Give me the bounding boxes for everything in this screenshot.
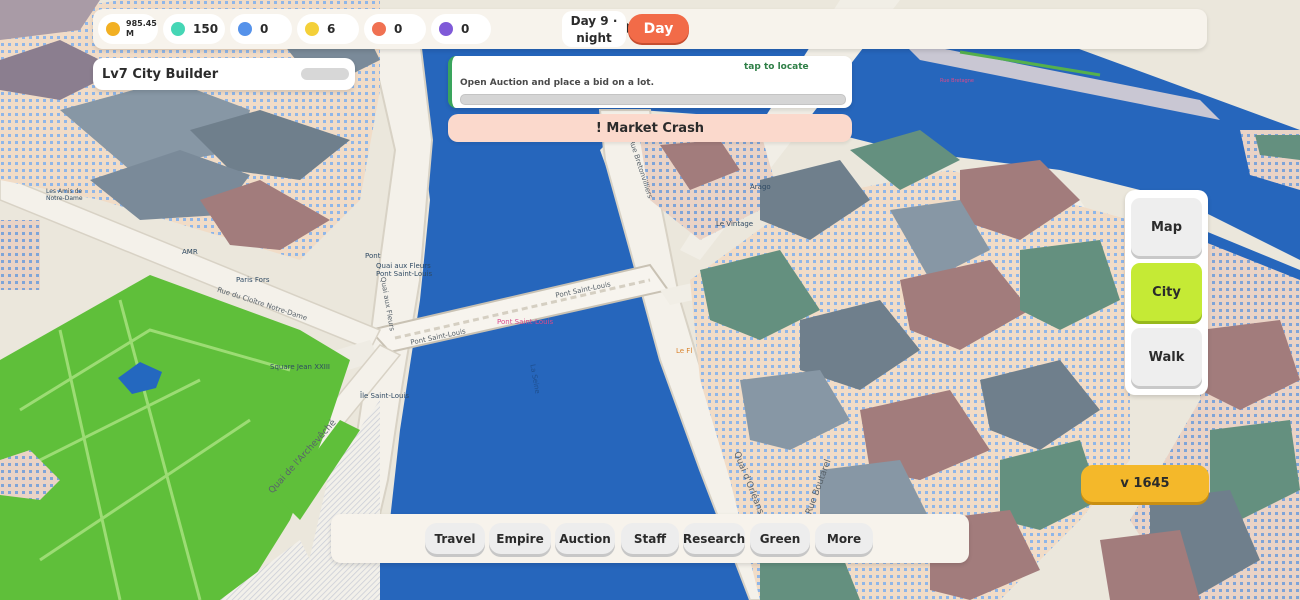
resource-blue[interactable]: 0 [230, 14, 292, 44]
resource-red[interactable]: 0 [364, 14, 426, 44]
nav-research-button[interactable]: Research [683, 523, 745, 554]
level-progress-bar [301, 68, 349, 80]
resource-blue-value: 0 [260, 22, 269, 36]
resource-yellow-value: 6 [327, 22, 336, 36]
money-icon [106, 22, 120, 36]
blue-gem-icon [238, 22, 252, 36]
resource-purple[interactable]: 0 [431, 14, 491, 44]
nav-staff-button[interactable]: Staff [621, 523, 679, 554]
bottom-nav: Travel Empire Auction Staff Research Gre… [331, 514, 969, 563]
teal-gem-icon [171, 22, 185, 36]
level-title: Lv7 City Builder [102, 66, 219, 82]
view-map-button[interactable]: Map [1131, 198, 1202, 256]
market-crash-alert[interactable]: ! Market Crash [448, 114, 852, 142]
day-phase: night [576, 31, 612, 45]
level-panel[interactable]: Lv7 City Builder [93, 58, 355, 90]
red-gem-icon [372, 22, 386, 36]
resource-red-value: 0 [394, 22, 403, 36]
view-mode-panel: Map City Walk [1125, 190, 1208, 395]
quest-panel[interactable]: tap to locate Open Auction and place a b… [448, 56, 852, 108]
nav-green-button[interactable]: Green [750, 523, 810, 554]
currency-button[interactable]: v 1645 [1081, 465, 1209, 502]
quest-text: Open Auction and place a bid on a lot. [460, 78, 655, 88]
yellow-gem-icon [305, 22, 319, 36]
top-bar: 985.45 M 150 0 6 0 0 Day 9 · night Day [93, 9, 1207, 49]
resource-purple-value: 0 [461, 22, 470, 36]
view-walk-button[interactable]: Walk [1131, 328, 1202, 386]
purple-gem-icon [439, 22, 453, 36]
nav-empire-button[interactable]: Empire [489, 523, 551, 554]
quest-progress-bar [460, 94, 846, 105]
resource-teal-value: 150 [193, 22, 219, 36]
resource-money-value: 985.45 M [126, 19, 157, 38]
day-toggle-button[interactable]: Day [628, 14, 689, 43]
nav-more-button[interactable]: More [815, 523, 873, 554]
resource-money[interactable]: 985.45 M [98, 14, 158, 44]
resource-teal[interactable]: 150 [163, 14, 225, 44]
day-indicator: Day 9 · night [562, 11, 626, 47]
quest-locate-link[interactable]: tap to locate [744, 62, 809, 72]
day-label: Day 9 · [570, 14, 618, 28]
view-city-button[interactable]: City [1131, 263, 1202, 321]
resource-yellow[interactable]: 6 [297, 14, 359, 44]
nav-travel-button[interactable]: Travel [425, 523, 485, 554]
nav-auction-button[interactable]: Auction [555, 523, 615, 554]
